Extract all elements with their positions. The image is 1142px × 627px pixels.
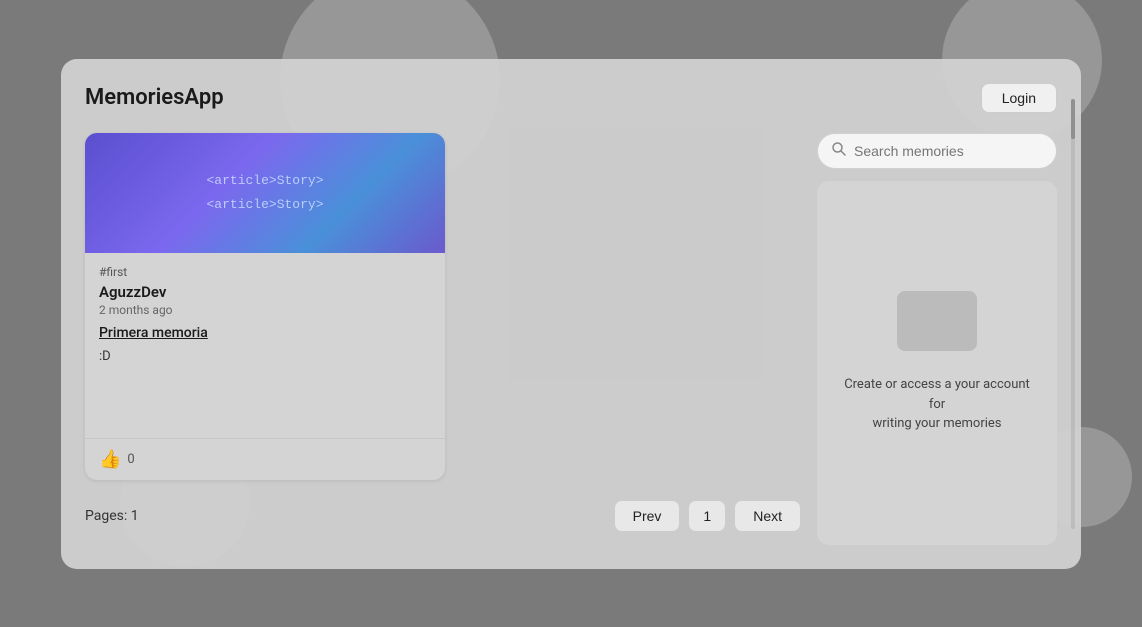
scrollbar-thumb <box>1071 99 1075 139</box>
pages-label: Pages: 1 <box>85 508 139 524</box>
account-panel: Create or access a your account for writ… <box>817 181 1057 545</box>
next-button[interactable]: Next <box>734 500 801 532</box>
main-content: <article>Story><article>Story> #first Ag… <box>85 133 801 545</box>
page-number-1[interactable]: 1 <box>688 500 726 532</box>
account-panel-message: Create or access a your account for writ… <box>837 375 1037 434</box>
like-icon[interactable]: 👍 <box>99 449 121 470</box>
pagination: Pages: 1 Prev 1 Next <box>85 500 801 532</box>
card-tag: #first <box>99 265 431 279</box>
login-button[interactable]: Login <box>981 83 1057 113</box>
search-box <box>817 133 1057 169</box>
main-modal: MemoriesApp Login <article>Story><articl… <box>61 59 1081 569</box>
card-body: #first AguzzDev 2 months ago Primera mem… <box>85 253 445 438</box>
app-title: MemoriesApp <box>85 85 224 110</box>
card-title[interactable]: Primera memoria <box>99 325 431 341</box>
header: MemoriesApp Login <box>85 83 1057 113</box>
search-input[interactable] <box>854 143 1042 159</box>
account-panel-image <box>897 291 977 351</box>
prev-button[interactable]: Prev <box>614 500 681 532</box>
card-image-overlay: <article>Story><article>Story> <box>206 169 323 216</box>
scrollbar-track <box>1071 99 1075 529</box>
card-author: AguzzDev <box>99 283 431 301</box>
card-description: :D <box>99 349 431 364</box>
card-image: <article>Story><article>Story> <box>85 133 445 253</box>
like-count: 0 <box>127 452 134 467</box>
memory-card: <article>Story><article>Story> #first Ag… <box>85 133 445 480</box>
search-icon <box>832 142 846 160</box>
card-time: 2 months ago <box>99 303 431 317</box>
body-layout: <article>Story><article>Story> #first Ag… <box>85 133 1057 545</box>
card-footer: 👍 0 <box>85 438 445 480</box>
sidebar: Create or access a your account for writ… <box>817 133 1057 545</box>
